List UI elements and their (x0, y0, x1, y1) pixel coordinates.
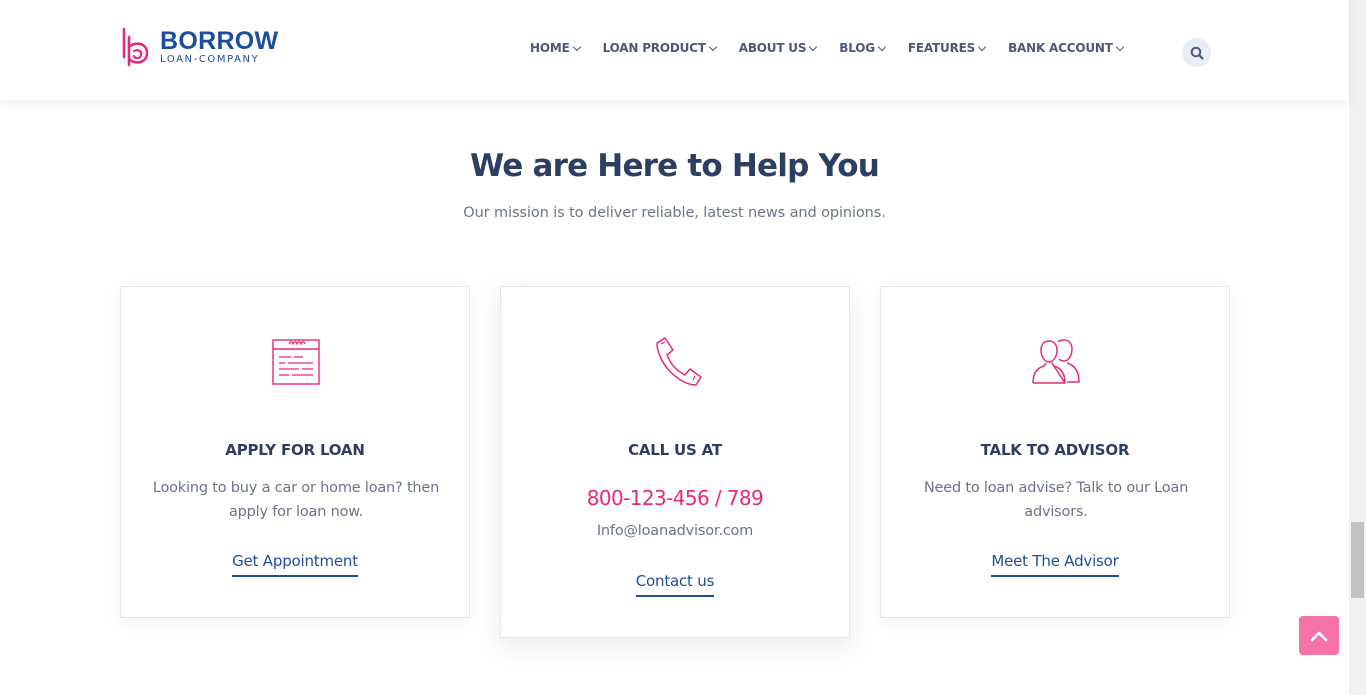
nav-item-label: ABOUT US (738, 41, 807, 55)
call-us-card: CALL US AT 800-123-456 / 789 Info@loanad… (500, 286, 850, 638)
nav-item-label: LOAN PRODUCT (602, 41, 706, 55)
borrow-logo-icon (122, 27, 149, 67)
section-title: We are Here to Help You (469, 148, 880, 184)
apply-for-loan-card: APPLY FOR LOAN Looking to buy a car or h… (120, 286, 470, 618)
chevron-down-icon (708, 42, 717, 51)
back-to-top-button[interactable] (1299, 616, 1339, 655)
meet-the-advisor-link[interactable]: Meet The Advisor (991, 552, 1119, 577)
search-icon (1190, 46, 1204, 60)
advisor-users-icon (1032, 339, 1080, 384)
chevron-up-icon (1310, 631, 1328, 641)
scrollbar-thumb[interactable] (1351, 522, 1364, 598)
email-address[interactable]: Info@loanadvisor.com (501, 523, 849, 539)
card-description: Need to loan advise? Talk to our Loan ad… (923, 480, 1189, 520)
card-title: CALL US AT (628, 441, 722, 459)
brand-name: BORROW (160, 27, 279, 55)
get-appointment-link[interactable]: Get Appointment (232, 552, 358, 577)
nav-item-label: BLOG (839, 41, 875, 55)
chevron-down-icon (977, 42, 987, 51)
nav-item-about-us[interactable]: ABOUT US (738, 41, 818, 55)
nav-item-loan-product[interactable]: LOAN PRODUCT (602, 41, 717, 55)
nav-item-label: FEATURES (907, 41, 976, 55)
nav-item-home[interactable]: HOME (530, 41, 581, 55)
contact-us-link[interactable]: Contact us (635, 572, 714, 597)
card-description: Looking to buy a car or home loan? then … (152, 480, 440, 520)
phone-icon (656, 337, 702, 386)
card-title: APPLY FOR LOAN (225, 441, 365, 459)
nav-item-blog[interactable]: BLOG (839, 41, 887, 55)
chevron-down-icon (572, 42, 581, 51)
nav-item-features[interactable]: FEATURES (907, 41, 987, 55)
talk-to-advisor-card: TALK TO ADVISOR Need to loan advise? Tal… (880, 286, 1230, 618)
chevron-down-icon (1115, 42, 1124, 51)
brand-tagline: LOAN-COMPANY (160, 54, 260, 65)
phone-number[interactable]: 800-123-456 / 789 (501, 486, 849, 510)
nav-item-bank-account[interactable]: BANK ACCOUNT (1008, 41, 1124, 55)
site-header: BORROW LOAN-COMPANY HOME LOAN PRODUCT AB… (0, 0, 1349, 100)
chevron-down-icon (877, 42, 887, 51)
brand-logo[interactable]: BORROW LOAN-COMPANY (121, 27, 278, 69)
chevron-down-icon (809, 42, 818, 51)
card-title: TALK TO ADVISOR (980, 441, 1130, 459)
search-button[interactable] (1182, 38, 1211, 67)
main-nav: HOME LOAN PRODUCT ABOUT US BLOG FEATURES… (530, 41, 1146, 55)
nav-item-label: HOME (530, 41, 570, 55)
loan-form-icon (272, 339, 320, 385)
nav-item-label: BANK ACCOUNT (1008, 41, 1113, 55)
section-subtitle: Our mission is to deliver reliable, late… (463, 205, 886, 221)
